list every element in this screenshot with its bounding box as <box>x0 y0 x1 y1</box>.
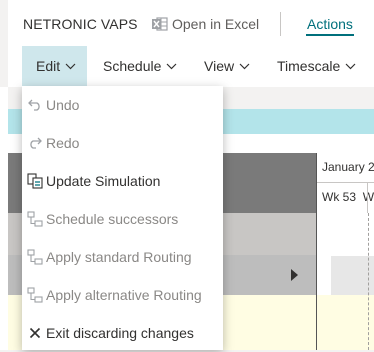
menu-item-exit-discarding-changes[interactable]: Exit discarding changes <box>22 314 223 352</box>
undo-icon <box>27 97 43 113</box>
actions-tab[interactable]: Actions <box>307 16 353 32</box>
chevron-down-icon <box>239 63 250 69</box>
menu-item-label: Redo <box>46 135 80 151</box>
gantt-cell <box>317 295 374 350</box>
today-line <box>368 213 369 350</box>
schedule-successors-icon <box>27 211 43 227</box>
open-in-excel-button[interactable]: Open in Excel <box>151 14 259 34</box>
menu-item-label: Update Simulation <box>46 173 161 189</box>
menu-item-update-simulation[interactable]: Update Simulation <box>22 162 223 200</box>
close-icon <box>27 325 43 341</box>
update-simulation-icon <box>27 173 43 189</box>
menu-view-label: View <box>204 58 235 74</box>
menu-item-redo[interactable]: Redo <box>22 124 223 162</box>
app-title: NETRONIC VAPS <box>23 16 138 32</box>
timescale-header: January 2 Wk 53 W <box>316 153 374 213</box>
routing-icon <box>27 249 43 265</box>
menu-item-label: Apply alternative Routing <box>46 287 202 303</box>
edit-menu-dropdown: Undo Redo Update Simulation Schedule suc… <box>22 86 223 350</box>
redo-icon <box>27 135 43 151</box>
left-panel-edge <box>0 87 8 350</box>
menu-edit[interactable]: Edit <box>22 46 87 86</box>
menu-item-label: Schedule successors <box>46 211 179 227</box>
menu-item-apply-standard-routing[interactable]: Apply standard Routing <box>22 238 223 276</box>
menu-timescale-label: Timescale <box>277 58 341 74</box>
actions-tab-underline <box>306 34 354 36</box>
action-bar: NETRONIC VAPS Open in Excel Actions <box>8 0 374 46</box>
menu-item-undo[interactable]: Undo <box>22 86 223 124</box>
menu-item-label: Exit discarding changes <box>46 325 194 341</box>
chevron-down-icon <box>65 63 76 69</box>
menu-schedule[interactable]: Schedule <box>103 46 177 86</box>
menu-edit-label: Edit <box>36 58 61 74</box>
timescale-month: January 2 <box>322 160 374 174</box>
chevron-down-icon <box>345 63 356 69</box>
excel-icon <box>151 16 168 32</box>
expand-row-arrow-icon[interactable] <box>291 269 298 281</box>
timescale-divider <box>317 182 374 183</box>
menu-item-label: Undo <box>46 97 80 113</box>
menu-schedule-label: Schedule <box>103 58 162 74</box>
routing-icon <box>27 287 43 303</box>
divider <box>280 12 281 36</box>
chevron-down-icon <box>166 63 177 69</box>
menu-item-apply-alternative-routing[interactable]: Apply alternative Routing <box>22 276 223 314</box>
menu-view[interactable]: View <box>204 46 250 86</box>
gantt-area[interactable] <box>316 213 374 350</box>
open-in-excel-label: Open in Excel <box>172 16 260 32</box>
menu-item-label: Apply standard Routing <box>46 249 192 265</box>
menu-bar: Edit Schedule View Timescale <box>8 46 374 87</box>
timescale-week-divider <box>367 183 368 213</box>
menu-timescale[interactable]: Timescale <box>277 46 356 86</box>
menu-item-schedule-successors[interactable]: Schedule successors <box>22 200 223 238</box>
